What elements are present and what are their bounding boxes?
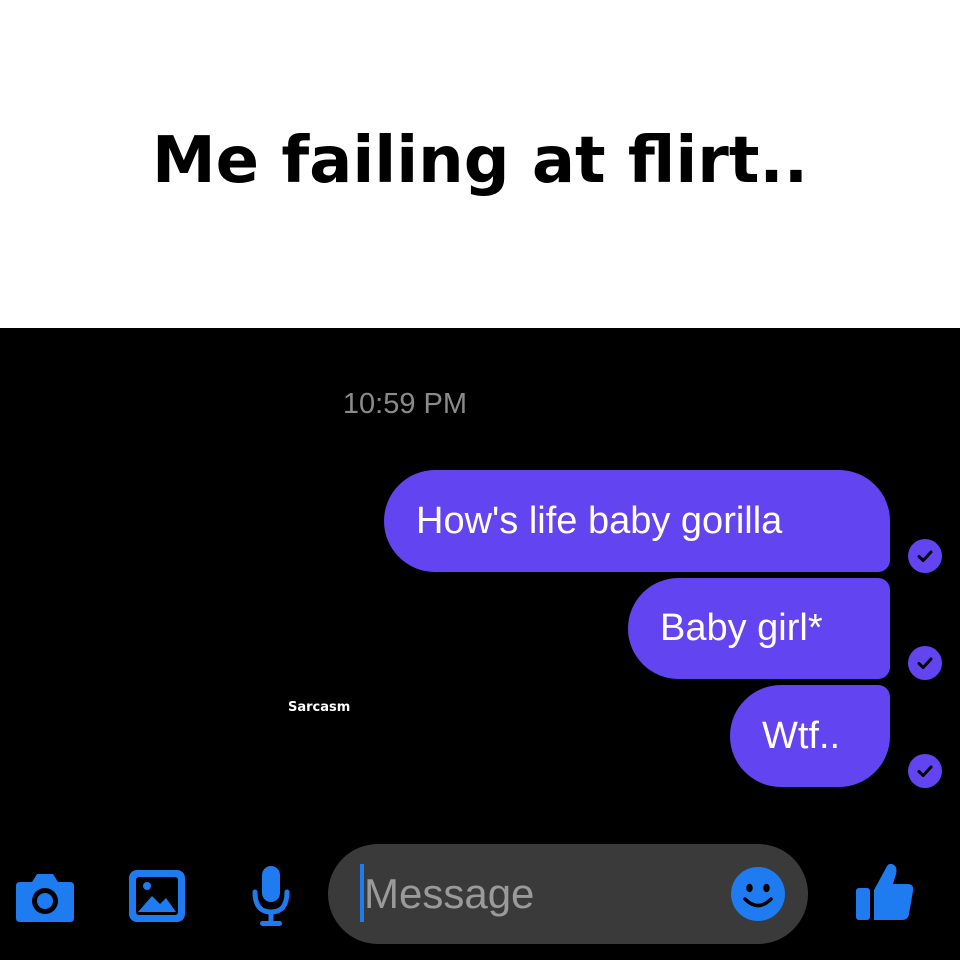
camera-icon[interactable] [12, 868, 78, 928]
image-icon[interactable] [126, 866, 188, 926]
message-bubble[interactable]: Wtf.. [730, 685, 890, 787]
message-text: Wtf.. [762, 714, 841, 757]
meme-caption: Me failing at flirt.. [151, 124, 809, 198]
message-bubble[interactable]: How's life baby gorilla [384, 470, 890, 572]
message-input[interactable]: Message [328, 844, 808, 944]
message-text: How's life baby gorilla [416, 499, 783, 542]
meme-page: Me failing at flirt.. 10:59 PM How's lif… [0, 0, 960, 960]
thumbs-up-icon[interactable] [852, 860, 918, 924]
caption-area: Me failing at flirt.. [0, 0, 960, 328]
read-receipt-icon [908, 754, 942, 788]
emoji-icon[interactable] [730, 866, 786, 922]
read-receipt-icon [908, 646, 942, 680]
read-receipt-icon [908, 539, 942, 573]
watermark-text: Sarcasm [288, 700, 351, 715]
microphone-icon[interactable] [250, 864, 292, 930]
message-placeholder: Message [364, 870, 535, 917]
message-bubble[interactable]: Baby girl* [628, 578, 890, 679]
message-text: Baby girl* [660, 607, 823, 649]
message-timestamp: 10:59 PM [342, 388, 468, 420]
chat-screen: 10:59 PM How's life baby gorilla Baby gi… [0, 328, 960, 960]
